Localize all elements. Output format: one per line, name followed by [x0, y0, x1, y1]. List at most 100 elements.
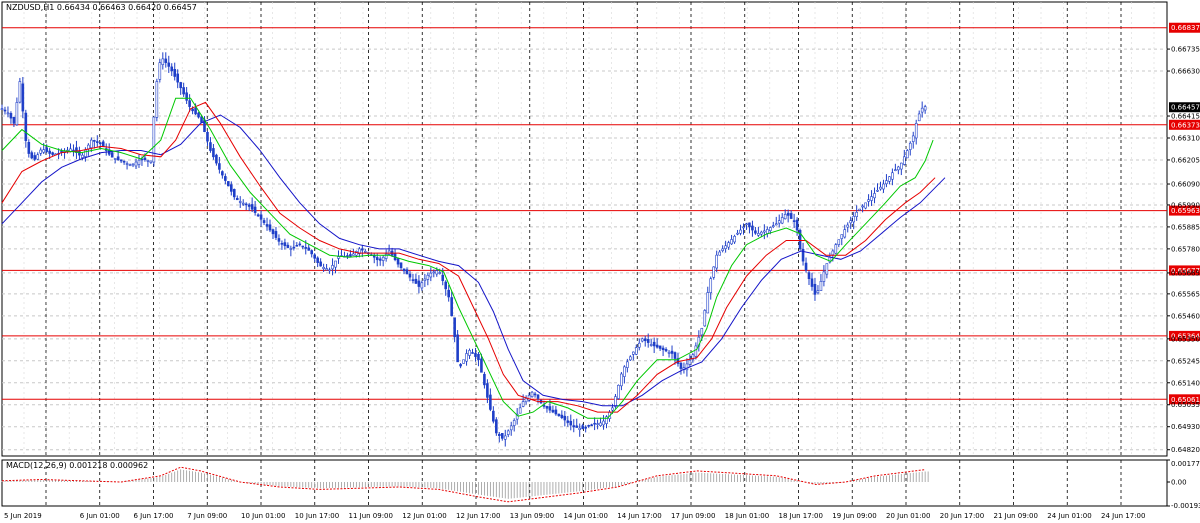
candle-body — [122, 160, 126, 163]
candle-body — [334, 260, 337, 268]
candle-body — [280, 243, 284, 245]
candle-body — [131, 163, 135, 166]
candle-body — [724, 245, 727, 249]
time-tick-label: 18 Jun 01:00 — [725, 512, 769, 520]
candle-body — [634, 347, 638, 355]
candle-body — [825, 263, 829, 275]
candle-body — [807, 272, 811, 279]
candle-body — [593, 422, 596, 425]
candle-body — [459, 364, 462, 367]
candle-body — [780, 217, 784, 224]
candle-body — [256, 214, 260, 217]
price-tick-label: 0.65140 — [1171, 379, 1200, 387]
candle-body — [176, 73, 179, 83]
candle-body — [652, 341, 656, 347]
candle-body — [90, 139, 93, 148]
candle-body — [3, 109, 7, 112]
candle-body — [530, 391, 534, 397]
candle-body — [474, 352, 477, 357]
candle-body — [30, 152, 34, 159]
candle-body — [861, 205, 864, 208]
candle-body — [307, 247, 311, 251]
candle-body — [158, 62, 162, 80]
candle-body — [337, 256, 340, 259]
candle-body — [209, 142, 212, 151]
candle-body — [36, 154, 40, 160]
candle-body — [837, 239, 841, 245]
candle-body — [417, 280, 421, 287]
candle-body — [98, 142, 102, 145]
current-price-label: 0.66457 — [1171, 104, 1200, 112]
candle-body — [694, 345, 698, 357]
level-price-label: 0.66837 — [1171, 24, 1200, 32]
time-tick-label: 12 Jun 17:00 — [456, 512, 500, 520]
candle-body — [727, 242, 730, 248]
candle-body — [325, 268, 328, 271]
price-tick-label: 0.65460 — [1171, 312, 1200, 320]
candle-body — [831, 250, 835, 256]
chart-window[interactable]: 0.668370.663730.659630.656770.653640.650… — [0, 0, 1200, 523]
candle-body — [903, 156, 906, 165]
candle-body — [768, 227, 772, 232]
price-tick-label: 0.65990 — [1171, 201, 1200, 209]
candle-body — [0, 108, 4, 111]
candle-body — [822, 271, 826, 282]
time-tick-label: 10 Jun 01:00 — [241, 512, 285, 520]
candle-body — [146, 160, 150, 162]
candle-body — [402, 268, 406, 272]
level-price-label: 0.66373 — [1171, 121, 1200, 129]
price-tick-label: 0.66205 — [1171, 156, 1200, 164]
candle-body — [661, 347, 665, 351]
candle-body — [492, 410, 495, 422]
candle-body — [182, 87, 185, 95]
price-tick-label: 0.66630 — [1171, 68, 1200, 76]
candle-body — [185, 92, 188, 101]
candle-body — [688, 359, 692, 365]
candle-body — [381, 256, 385, 261]
price-tick-label: 0.64930 — [1171, 423, 1200, 431]
candle-body — [277, 238, 281, 242]
candle-body — [560, 414, 564, 419]
candle-body — [87, 144, 90, 150]
candle-body — [548, 406, 552, 411]
candle-body — [846, 224, 850, 228]
candle-body — [137, 159, 141, 165]
candle-body — [328, 269, 331, 272]
candle-body — [626, 361, 629, 368]
candle-body — [21, 83, 25, 112]
candle-body — [658, 345, 662, 349]
candle-body — [783, 214, 787, 220]
candle-body — [819, 281, 823, 291]
candle-body — [250, 204, 254, 210]
candle-body — [700, 328, 704, 336]
candle-body — [879, 186, 882, 190]
candle-body — [414, 278, 418, 284]
time-tick-label: 21 Jun 09:00 — [994, 512, 1038, 520]
candle-body — [378, 258, 382, 261]
candle-body — [521, 401, 525, 407]
candle-body — [411, 279, 415, 281]
candle-body — [786, 212, 790, 216]
candle-body — [599, 422, 602, 426]
candle-body — [143, 157, 147, 161]
candle-body — [161, 58, 165, 65]
candle-body — [813, 283, 817, 295]
time-tick-label: 10 Jun 17:00 — [295, 512, 339, 520]
candle-body — [206, 131, 209, 142]
candle-body — [274, 231, 278, 238]
candle-body — [581, 425, 584, 430]
candle-body — [134, 161, 138, 167]
candle-body — [9, 113, 13, 119]
price-tick-label: 0.65035 — [1171, 401, 1200, 409]
candle-body — [39, 149, 43, 154]
time-tick-label: 20 Jun 17:00 — [940, 512, 984, 520]
candle-body — [575, 425, 579, 428]
candle-body — [792, 220, 796, 222]
candle-body — [375, 257, 379, 261]
time-tick-label: 7 Jun 09:00 — [187, 512, 227, 520]
candle-body — [617, 384, 620, 399]
candle-body — [703, 310, 707, 327]
candle-body — [483, 373, 486, 386]
candle-body — [361, 248, 364, 251]
candle-body — [244, 203, 248, 206]
